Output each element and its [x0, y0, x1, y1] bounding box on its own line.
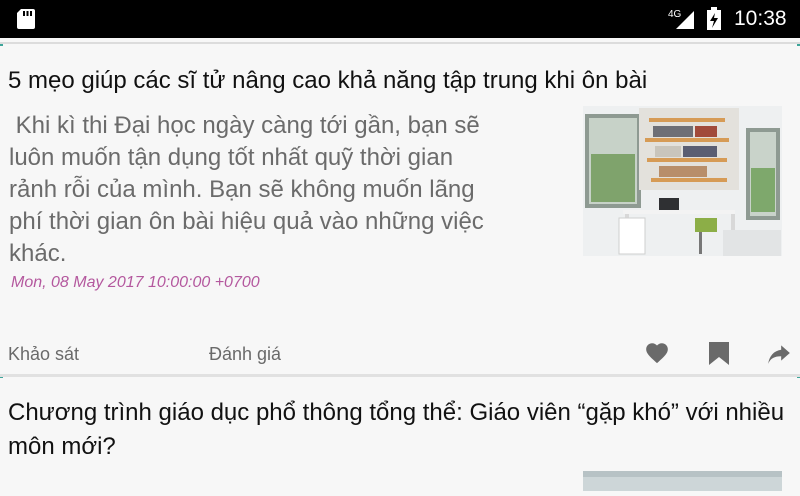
article-date: Mon, 08 May 2017 10:00:00 +0700: [11, 274, 260, 291]
article-photo: [583, 471, 782, 491]
article-actions: Khảo sát Đánh giá: [0, 336, 800, 372]
heart-icon[interactable]: [644, 340, 670, 366]
article-card[interactable]: 5 mẹo giúp các sĩ tử nâng cao khả năng t…: [0, 46, 800, 376]
article-card[interactable]: Chương trình giáo dục phổ thông tổng thể…: [0, 378, 800, 491]
status-time: 10:38: [734, 7, 787, 30]
article-summary: Khi kì thi Đại học ngày càng tới gần, bạ…: [9, 112, 484, 267]
sd-card-icon: [17, 9, 35, 29]
signal-4g-icon: 4G: [668, 9, 694, 29]
study-room-photo: [583, 106, 782, 256]
svg-text:4G: 4G: [668, 9, 682, 20]
status-bar: 4G 10:38: [0, 0, 800, 38]
bookmark-icon[interactable]: [707, 340, 731, 366]
battery-icon: [707, 7, 721, 30]
card-divider: [0, 374, 800, 377]
article-thumbnail[interactable]: [583, 106, 782, 256]
article-title[interactable]: Chương trình giáo dục phổ thông tổng thể…: [8, 396, 793, 464]
article-title[interactable]: 5 mẹo giúp các sĩ tử nâng cao khả năng t…: [8, 64, 793, 98]
share-icon[interactable]: [766, 340, 792, 366]
survey-button[interactable]: Khảo sát: [8, 344, 79, 365]
rate-button[interactable]: Đánh giá: [209, 344, 281, 365]
article-thumbnail[interactable]: [583, 471, 782, 491]
top-divider: [0, 42, 800, 44]
